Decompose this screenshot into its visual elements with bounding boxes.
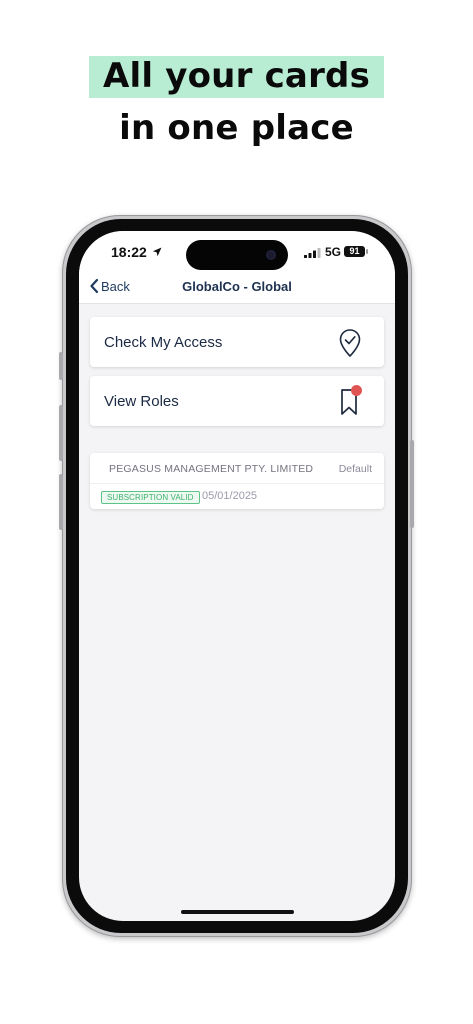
subscription-status-badge: SUBSCRIPTION VALID xyxy=(101,491,200,504)
view-roles-label: View Roles xyxy=(104,393,179,410)
status-time-text: 18:22 xyxy=(111,244,147,260)
battery-cap xyxy=(366,249,368,254)
check-my-access-label: Check My Access xyxy=(104,334,223,351)
view-roles-button[interactable]: View Roles xyxy=(90,376,384,426)
battery-icon: 91 xyxy=(344,246,365,257)
organization-name: PEGASUS MANAGEMENT PTY. LIMITED xyxy=(109,463,314,475)
network-type: 5G xyxy=(325,245,342,259)
camera-icon xyxy=(266,250,276,260)
volume-up-button xyxy=(59,405,63,461)
header-area: 18:22 5G 91 Back GlobalCo - Global xyxy=(79,231,395,304)
location-arrow-icon xyxy=(152,247,162,257)
status-time: 18:22 xyxy=(111,244,162,260)
card-divider xyxy=(90,483,384,484)
default-tag: Default xyxy=(338,463,372,475)
home-indicator[interactable] xyxy=(181,910,294,914)
location-check-icon xyxy=(339,329,361,357)
organization-card[interactable]: PEGASUS MANAGEMENT PTY. LIMITED Default … xyxy=(90,453,384,509)
page-title: GlobalCo - Global xyxy=(182,279,292,294)
dynamic-island xyxy=(186,240,288,270)
check-my-access-button[interactable]: Check My Access xyxy=(90,317,384,367)
volume-down-button xyxy=(59,474,63,530)
power-button xyxy=(410,440,414,528)
signal-strength-icon xyxy=(304,248,321,258)
headline-line-1: All your cards xyxy=(0,56,473,98)
notification-badge xyxy=(351,385,362,396)
headline-line-2: in one place xyxy=(119,108,354,148)
headline-highlight: All your cards xyxy=(88,56,385,98)
phone-screen: 18:22 5G 91 Back GlobalCo - Global Check… xyxy=(79,231,395,921)
mute-switch xyxy=(59,352,63,380)
subscription-date: 05/01/2025 xyxy=(202,490,258,502)
